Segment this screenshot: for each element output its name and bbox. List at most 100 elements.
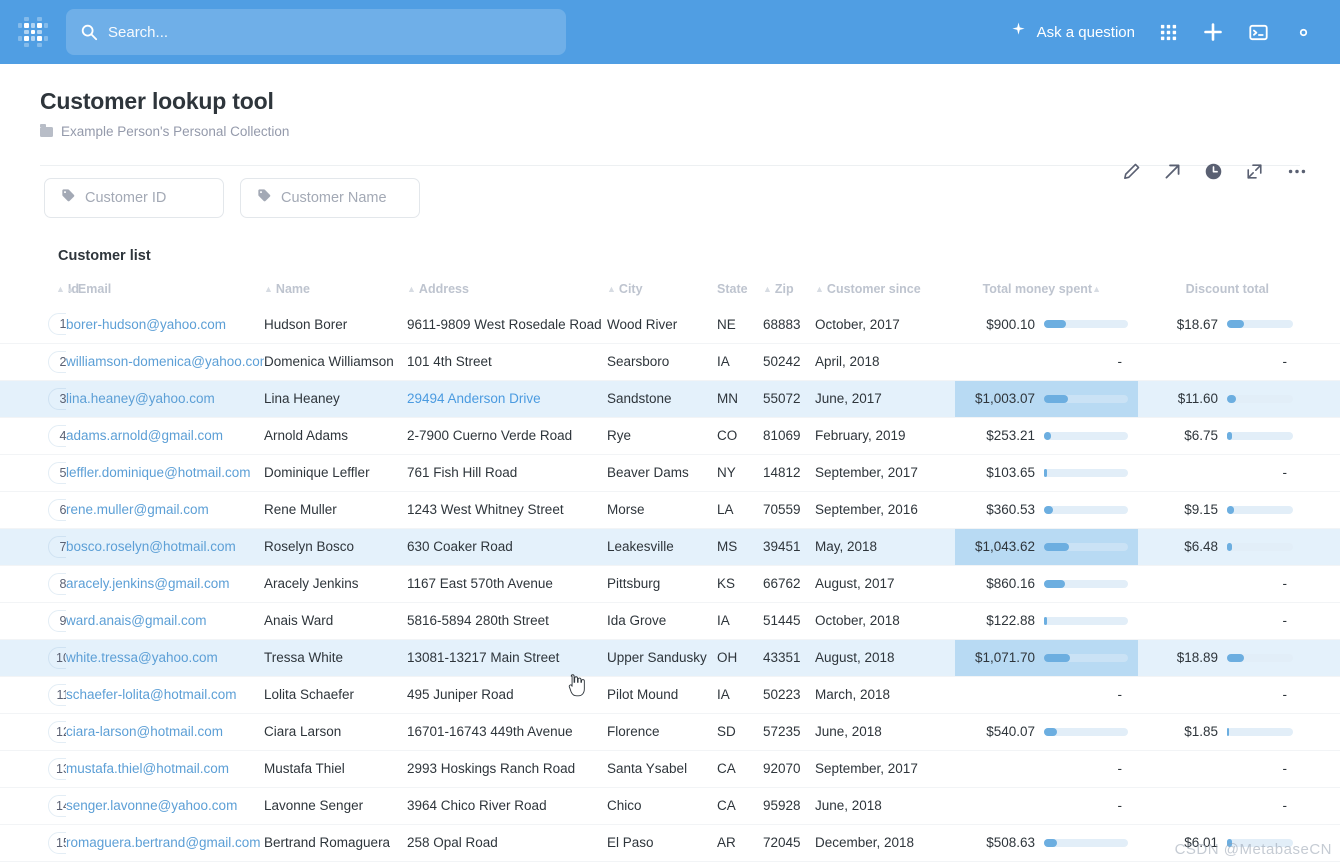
cell-total-money-spent[interactable]: $122.88: [955, 602, 1138, 639]
cell-address[interactable]: 3964 Chico River Road: [407, 787, 607, 824]
cell-zip[interactable]: 95928: [763, 787, 815, 824]
cell-id[interactable]: 6: [0, 491, 66, 528]
cell-customer-since[interactable]: June, 2017: [815, 380, 955, 417]
column-header-discount-total[interactable]: Discount total: [1138, 276, 1303, 306]
cell-email[interactable]: borer-hudson@yahoo.com: [66, 306, 264, 343]
cell-id[interactable]: 9: [0, 602, 66, 639]
address-text[interactable]: 5816-5894 280th Street: [407, 613, 549, 628]
cell-email[interactable]: romaguera.bertrand@gmail.com: [66, 824, 264, 861]
cell-state[interactable]: IA: [717, 343, 763, 380]
cell-zip[interactable]: 81069: [763, 417, 815, 454]
email-link[interactable]: aracely.jenkins@gmail.com: [66, 576, 230, 591]
email-link[interactable]: mustafa.thiel@hotmail.com: [66, 761, 229, 776]
address-text[interactable]: 9611-9809 West Rosedale Road: [407, 317, 602, 332]
cell-state[interactable]: SD: [717, 713, 763, 750]
cell-id[interactable]: 12: [0, 713, 66, 750]
table-row[interactable]: 3 lina.heaney@yahoo.com Lina Heaney 29494 A…: [0, 380, 1340, 417]
cell-address[interactable]: 495 Juniper Road: [407, 676, 607, 713]
cell-zip[interactable]: 55072: [763, 380, 815, 417]
cell-total-money-spent[interactable]: $1,043.62: [955, 528, 1138, 565]
email-link[interactable]: schaefer-lolita@hotmail.com: [66, 687, 237, 702]
cell-total-money-spent[interactable]: $540.07: [955, 713, 1138, 750]
cell-email[interactable]: bosco.roselyn@hotmail.com: [66, 528, 264, 565]
cell-spacer[interactable]: [1303, 713, 1340, 750]
cell-id[interactable]: 11: [0, 676, 66, 713]
table-row[interactable]: 11schaefer-lolita@hotmail.com Lolita Scha…: [0, 676, 1340, 713]
cell-customer-since[interactable]: September, 2017: [815, 454, 955, 491]
column-header-id[interactable]: ▲ Id: [0, 276, 79, 306]
cell-spacer[interactable]: [1303, 343, 1340, 380]
cell-spacer[interactable]: [1303, 639, 1340, 676]
cell-total-money-spent[interactable]: $360.53: [955, 491, 1138, 528]
cell-spacer[interactable]: [1303, 454, 1340, 491]
cell-total-money-spent[interactable]: $1,071.70: [955, 639, 1138, 676]
cell-city[interactable]: Santa Ysabel: [607, 750, 717, 787]
filter-customer-id[interactable]: Customer ID: [44, 178, 224, 218]
cell-zip[interactable]: 50242: [763, 343, 815, 380]
table-row[interactable]: 13mustafa.thiel@hotmail.com Mustafa Thiel…: [0, 750, 1340, 787]
cell-customer-since[interactable]: February, 2019: [815, 417, 955, 454]
cell-city[interactable]: Pittsburg: [607, 565, 717, 602]
cell-address[interactable]: 1243 West Whitney Street: [407, 491, 607, 528]
cell-state[interactable]: LA: [717, 491, 763, 528]
address-text[interactable]: 29494 Anderson Drive: [407, 391, 541, 406]
cell-state[interactable]: AR: [717, 824, 763, 861]
cell-name[interactable]: Aracely Jenkins: [264, 565, 407, 602]
cell-name[interactable]: Ciara Larson: [264, 713, 407, 750]
more-ellipsis-icon[interactable]: [1286, 162, 1308, 181]
cell-discount-total[interactable]: $6.01: [1138, 824, 1303, 861]
plus-icon[interactable]: [1202, 21, 1224, 43]
cell-name[interactable]: Mustafa Thiel: [264, 750, 407, 787]
cell-zip[interactable]: 72045: [763, 824, 815, 861]
cell-zip[interactable]: 39451: [763, 528, 815, 565]
cell-spacer[interactable]: [1303, 676, 1340, 713]
cell-name[interactable]: Rene Muller: [264, 491, 407, 528]
column-header-email[interactable]: ▲ Email: [66, 276, 264, 306]
address-text[interactable]: 13081-13217 Main Street: [407, 650, 559, 665]
gear-icon[interactable]: [1293, 22, 1314, 43]
cell-spacer[interactable]: [1303, 528, 1340, 565]
address-text[interactable]: 761 Fish Hill Road: [407, 465, 517, 480]
column-header-address[interactable]: ▲ Address: [407, 276, 607, 306]
cell-spacer[interactable]: [1303, 417, 1340, 454]
column-header-state[interactable]: State: [717, 276, 763, 306]
address-text[interactable]: 2-7900 Cuerno Verde Road: [407, 428, 572, 443]
cell-address[interactable]: 29494 Anderson Drive: [407, 380, 607, 417]
email-link[interactable]: ciara-larson@hotmail.com: [66, 724, 223, 739]
cell-zip[interactable]: 66762: [763, 565, 815, 602]
cell-email[interactable]: white.tressa@yahoo.com: [66, 639, 264, 676]
metabase-logo[interactable]: [18, 17, 48, 47]
cell-city[interactable]: Morse: [607, 491, 717, 528]
cell-id[interactable]: 13: [0, 750, 66, 787]
cell-total-money-spent[interactable]: $1,003.07: [955, 380, 1138, 417]
cell-address[interactable]: 2-7900 Cuerno Verde Road: [407, 417, 607, 454]
cell-id[interactable]: 4: [0, 417, 66, 454]
cell-state[interactable]: NY: [717, 454, 763, 491]
email-link[interactable]: borer-hudson@yahoo.com: [66, 317, 226, 332]
grid-apps-icon[interactable]: [1159, 23, 1178, 42]
cell-spacer[interactable]: [1303, 750, 1340, 787]
cell-name[interactable]: Roselyn Bosco: [264, 528, 407, 565]
email-link[interactable]: williamson-domenica@yahoo.com: [66, 354, 264, 369]
cell-name[interactable]: Bertrand Romaguera: [264, 824, 407, 861]
cell-state[interactable]: CA: [717, 750, 763, 787]
cell-customer-since[interactable]: May, 2018: [815, 528, 955, 565]
cell-name[interactable]: Lolita Schaefer: [264, 676, 407, 713]
table-row[interactable]: 12ciara-larson@hotmail.com Ciara Larson 16…: [0, 713, 1340, 750]
cell-email[interactable]: ciara-larson@hotmail.com: [66, 713, 264, 750]
column-header-total-money-spent[interactable]: Total money spent▲: [955, 276, 1138, 306]
table-row[interactable]: 14senger.lavonne@yahoo.com Lavonne Senger…: [0, 787, 1340, 824]
cell-customer-since[interactable]: August, 2017: [815, 565, 955, 602]
table-row[interactable]: 2 williamson-domenica@yahoo.com Domenica W…: [0, 343, 1340, 380]
cell-email[interactable]: leffler.dominique@hotmail.com: [66, 454, 264, 491]
cell-total-money-spent[interactable]: -: [955, 787, 1138, 824]
cell-zip[interactable]: 43351: [763, 639, 815, 676]
cell-discount-total[interactable]: $18.89: [1138, 639, 1303, 676]
cell-name[interactable]: Arnold Adams: [264, 417, 407, 454]
cell-customer-since[interactable]: March, 2018: [815, 676, 955, 713]
cell-spacer[interactable]: [1303, 380, 1340, 417]
cell-city[interactable]: Rye: [607, 417, 717, 454]
email-link[interactable]: bosco.roselyn@hotmail.com: [66, 539, 236, 554]
cell-discount-total[interactable]: -: [1138, 750, 1303, 787]
filter-customer-name[interactable]: Customer Name: [240, 178, 420, 218]
